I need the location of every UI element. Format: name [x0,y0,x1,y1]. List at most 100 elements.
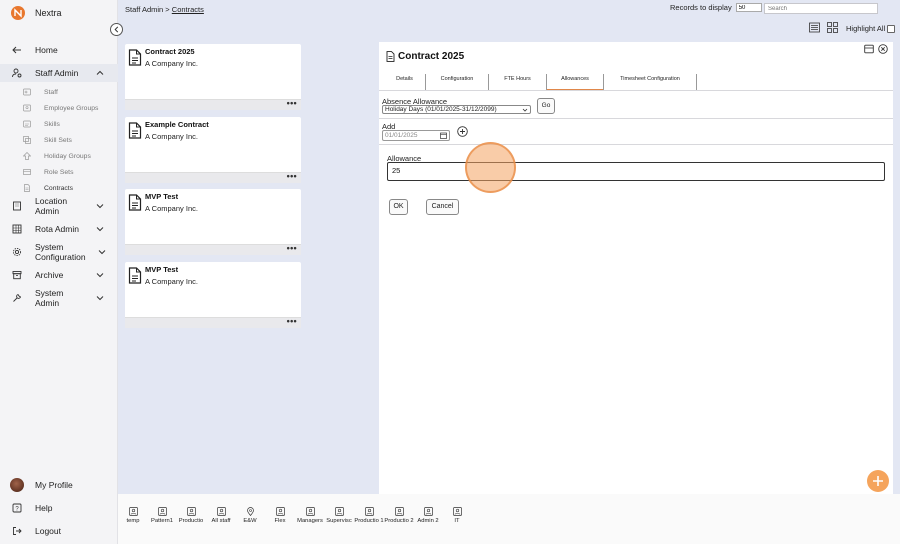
card-company: A Company Inc. [145,277,198,286]
nav-logout[interactable]: Logout [0,525,118,537]
nav-system-configuration[interactable]: System Configuration [0,242,118,262]
group-item-it[interactable]: IT [442,507,472,525]
chevron-up-icon [96,70,104,75]
user-badge-icon [186,507,196,516]
nav-staff-admin[interactable]: Staff Admin [0,64,118,82]
allowance-input[interactable]: 25 [387,162,885,181]
breadcrumb-parent[interactable]: Staff Admin [125,5,163,14]
chevron-down-icon [96,227,104,232]
nav-staff-admin-label: Staff Admin [35,68,79,78]
nav-rota-admin[interactable]: Rota Admin [0,223,118,235]
breadcrumb-current[interactable]: Contracts [172,5,204,14]
group-item-label: temp [126,518,140,524]
tab-allowances[interactable]: Allowances [547,74,604,91]
user-badge-icon [216,507,226,516]
group-item-admin-2[interactable]: Admin 2 [413,507,443,525]
records-label: Records to display [670,3,732,12]
nav-system-admin[interactable]: System Admin [0,288,118,308]
group-item-all-staff[interactable]: All staff [206,507,236,525]
brand[interactable]: Nextra [11,6,62,20]
absence-allowance-select[interactable]: Holiday Days (01/01/2025-31/12/2099) [382,105,531,114]
document-icon [128,194,142,211]
tab-timesheet-configuration[interactable]: Timesheet Configuration [604,74,697,90]
location-pin-icon [246,507,255,517]
user-badge-icon [423,507,433,516]
sidebar-item-role-sets[interactable]: Role Sets [0,164,118,180]
group-item-temp[interactable]: temp [118,507,148,525]
tab-configuration[interactable]: Configuration [426,74,489,90]
ok-button[interactable]: OK [389,199,408,215]
nav-archive[interactable]: Archive [0,269,118,281]
nav-logout-label: Logout [35,526,61,536]
nav-rota-admin-label: Rota Admin [35,224,79,234]
close-icon[interactable] [878,44,888,54]
help-icon: ? [12,503,22,513]
collapse-sidebar-button[interactable] [110,23,123,36]
group-icon [23,104,31,112]
group-item-e-and-w[interactable]: E&W [235,507,265,525]
sidebar-item-holiday-groups[interactable]: Holiday Groups [0,148,118,164]
grid-view-icon[interactable] [827,22,838,33]
group-item-productio[interactable]: Productio [176,507,206,525]
go-button[interactable]: Go [537,98,555,114]
group-item-supervisc[interactable]: Supervisc [324,507,354,525]
group-item-label: Managers [297,518,323,524]
highlight-all-checkbox[interactable] [887,24,896,33]
user-badge-icon [275,507,285,516]
document-icon [128,122,142,139]
group-item-managers[interactable]: Managers [295,507,325,525]
list-view-icon[interactable] [809,22,820,33]
document-icon [128,267,142,284]
chevron-down-icon [98,250,106,255]
tab-details[interactable]: Details [384,74,426,90]
logout-icon [12,526,22,536]
add-date-input[interactable]: 01/01/2025 [382,130,450,141]
contract-card[interactable]: Contract 2025 A Company Inc. ••• [125,44,301,110]
sidebar-item-contracts[interactable]: Contracts [0,180,118,196]
card-title: MVP Test [145,192,179,201]
nav-help[interactable]: ? Help [0,502,118,514]
nav-system-admin-label: System Admin [35,288,64,308]
panel-title-text: Contract 2025 [398,51,465,62]
group-item-productio-1[interactable]: Productio 1 [354,507,384,525]
group-item-flex[interactable]: Flex [265,507,295,525]
arrow-left-icon [12,45,22,55]
chevron-down-icon [522,108,528,112]
tab-fte-hours[interactable]: FTE Hours [489,74,547,90]
group-item-label: IT [454,518,460,524]
nav-archive-label: Archive [35,270,64,280]
nav-home[interactable]: Home [0,44,118,56]
card-company: A Company Inc. [145,204,198,213]
nav-help-label: Help [35,503,53,513]
group-item-productio-2[interactable]: Productio 2 [384,507,414,525]
more-options-icon[interactable]: ••• [287,171,297,181]
card-title: Example Contract [145,120,209,129]
nav-my-profile[interactable]: My Profile [0,478,118,492]
card-footer: ••• [125,316,301,328]
nav-location-admin[interactable]: Location Admin [0,196,118,216]
cancel-button[interactable]: Cancel [426,199,459,215]
highlight-all: Highlight All [846,24,896,33]
user-badge-icon [394,507,404,516]
add-fab-button[interactable] [867,470,889,492]
group-item-pattern1[interactable]: Pattern1 [147,507,177,525]
sidebar-item-skills[interactable]: Skills [0,116,118,132]
more-options-icon[interactable]: ••• [287,98,297,108]
more-options-icon[interactable]: ••• [287,316,297,326]
document-icon [386,51,395,62]
sidebar-item-staff[interactable]: Staff [0,84,118,100]
add-circle-icon[interactable] [457,126,468,137]
sidebar-item-skill-sets[interactable]: Skill Sets [0,132,118,148]
more-options-icon[interactable]: ••• [287,243,297,253]
contract-card[interactable]: MVP Test A Company Inc. ••• [125,262,301,328]
contract-card[interactable]: MVP Test A Company Inc. ••• [125,189,301,255]
tabs-divider [379,90,893,91]
sidebar-item-employee-groups[interactable]: Employee Groups [0,100,118,116]
maximize-icon[interactable] [864,44,874,54]
records-input[interactable] [735,3,762,12]
divider [379,144,893,145]
search-input[interactable] [764,3,878,14]
gear-icon [12,247,22,257]
contract-card[interactable]: Example Contract A Company Inc. ••• [125,117,301,183]
calendar-icon[interactable] [440,132,447,139]
